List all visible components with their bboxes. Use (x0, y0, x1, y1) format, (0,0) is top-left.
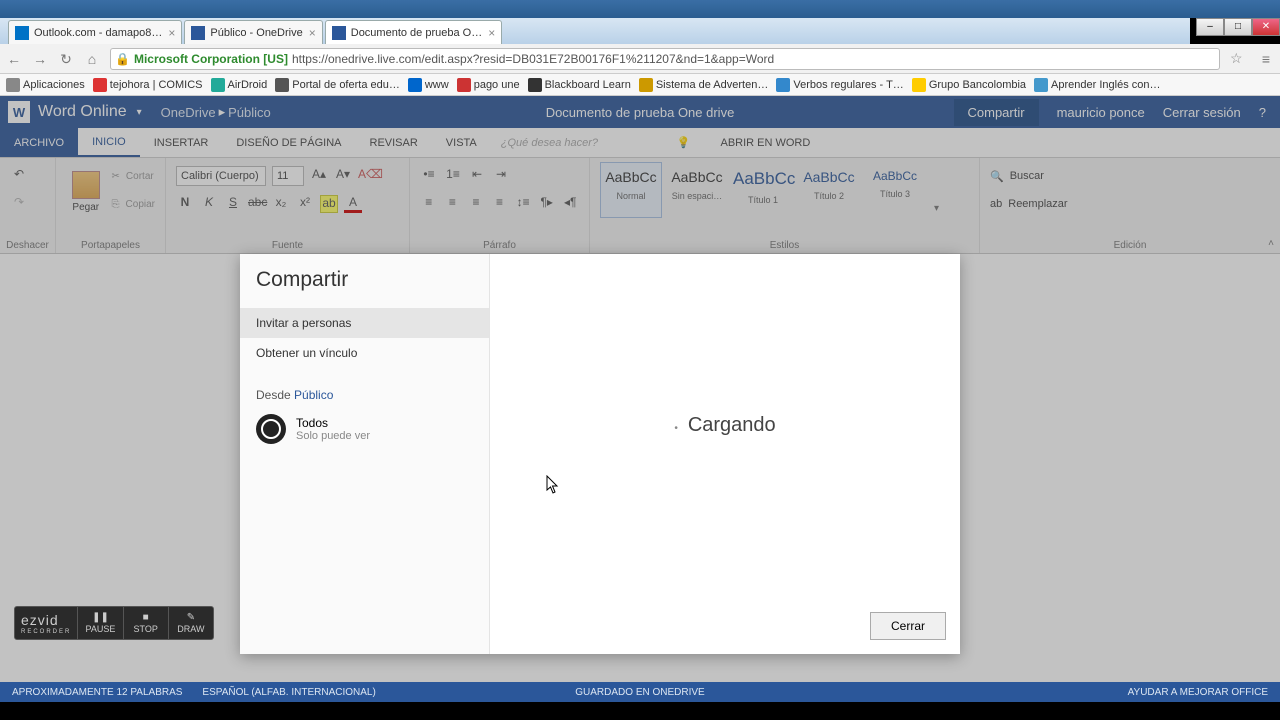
url-bar[interactable]: 🔒 Microsoft Corporation [US] https://one… (110, 48, 1220, 70)
bookmark-favicon-icon (528, 78, 542, 92)
tab-title: Documento de prueba O… (351, 27, 482, 39)
bookmark-item[interactable]: Grupo Bancolombia (912, 78, 1026, 92)
browser-tabstrip: Outlook.com - damapo8… × Público - OneDr… (0, 18, 1190, 44)
dialog-title: Compartir (240, 268, 489, 308)
bookmark-favicon-icon (912, 78, 926, 92)
tab-close-icon[interactable]: × (168, 26, 175, 40)
share-from-label: Desde Público (240, 368, 489, 410)
from-folder-link[interactable]: Público (294, 388, 333, 402)
pause-icon: ❚❚ (78, 613, 122, 623)
tab-close-icon[interactable]: × (309, 26, 316, 40)
bookmarks-bar: Aplicaciones tejohora | COMICS AirDroid … (0, 74, 1280, 96)
globe-icon (256, 414, 286, 444)
bookmark-item[interactable]: Verbos regulares - T… (776, 78, 903, 92)
tab-title: Outlook.com - damapo8… (34, 27, 162, 39)
browser-tab-active[interactable]: Documento de prueba O… × (325, 20, 502, 44)
bookmark-item[interactable]: tejohora | COMICS (93, 78, 203, 92)
browser-tab[interactable]: Público - OneDrive × (184, 20, 322, 44)
bookmark-favicon-icon (275, 78, 289, 92)
bookmark-item[interactable]: pago une (457, 78, 520, 92)
recorder-brand: ezvidRECORDER (15, 612, 77, 635)
apps-icon (6, 78, 20, 92)
bookmark-favicon-icon (457, 78, 471, 92)
recorder-label: PAUSE (78, 624, 122, 634)
bookmark-favicon-icon (639, 78, 653, 92)
window-minimize-button[interactable]: – (1196, 18, 1224, 36)
bookmark-item[interactable]: Portal de oferta edu… (275, 78, 400, 92)
bookmark-item[interactable]: Blackboard Learn (528, 78, 631, 92)
bookmark-label: AirDroid (228, 79, 268, 91)
bookmark-label: Blackboard Learn (545, 79, 631, 91)
permission-row[interactable]: Todos Solo puede ver (240, 410, 489, 448)
forward-icon[interactable]: → (32, 51, 48, 67)
url-path: https://onedrive.live.com/edit.aspx?resi… (292, 52, 774, 66)
recorder-draw-button[interactable]: ✎DRAW (168, 607, 213, 639)
bookmark-item[interactable]: www (408, 78, 449, 92)
bookmark-favicon-icon (1034, 78, 1048, 92)
browser-tab[interactable]: Outlook.com - damapo8… × (8, 20, 182, 44)
share-option-invite[interactable]: Invitar a personas (240, 308, 489, 338)
permission-title: Todos (296, 416, 370, 430)
bookmark-label: pago une (474, 79, 520, 91)
favicon-icon (332, 26, 346, 40)
window-close-button[interactable]: ✕ (1252, 18, 1280, 36)
bookmark-label: tejohora | COMICS (110, 79, 203, 91)
favicon-icon (15, 26, 29, 40)
recorder-pause-button[interactable]: ❚❚PAUSE (77, 607, 122, 639)
recorder-label: STOP (124, 624, 168, 634)
bookmark-item[interactable]: Aplicaciones (6, 78, 85, 92)
window-maximize-button[interactable]: □ (1224, 18, 1252, 36)
bookmark-item[interactable]: AirDroid (211, 78, 268, 92)
pencil-icon: ✎ (169, 613, 213, 623)
bookmark-star-icon[interactable]: ☆ (1230, 50, 1248, 67)
close-button[interactable]: Cerrar (870, 612, 946, 640)
tab-title: Público - OneDrive (210, 27, 302, 39)
favicon-icon (191, 26, 205, 40)
bookmark-item[interactable]: Aprender Inglés con… (1034, 78, 1160, 92)
status-bar: APROXIMADAMENTE 12 PALABRAS ESPAÑOL (ALF… (0, 682, 1280, 702)
permission-subtitle: Solo puede ver (296, 430, 370, 442)
stop-icon: ■ (124, 613, 168, 623)
bookmark-label: Grupo Bancolombia (929, 79, 1026, 91)
bookmark-label: Verbos regulares - T… (793, 79, 903, 91)
reload-icon[interactable]: ↻ (58, 51, 74, 67)
recorder-stop-button[interactable]: ■STOP (123, 607, 168, 639)
loading-text: Cargando (490, 414, 960, 437)
browser-navbar: ← → ↻ ⌂ 🔒 Microsoft Corporation [US] htt… (0, 44, 1280, 74)
share-dialog: Compartir Invitar a personas Obtener un … (240, 254, 960, 654)
recorder-label: DRAW (169, 624, 213, 634)
bookmark-item[interactable]: Sistema de Adverten… (639, 78, 769, 92)
bookmark-favicon-icon (408, 78, 422, 92)
from-prefix: Desde (256, 388, 294, 402)
bookmark-label: Aplicaciones (23, 79, 85, 91)
save-status: GUARDADO EN ONEDRIVE (0, 687, 1280, 698)
share-option-link[interactable]: Obtener un vínculo (240, 338, 489, 368)
bookmark-label: Portal de oferta edu… (292, 79, 400, 91)
screen-recorder-widget: ezvidRECORDER ❚❚PAUSE ■STOP ✎DRAW (14, 606, 214, 640)
home-icon[interactable]: ⌂ (84, 51, 100, 67)
menu-icon[interactable]: ≡ (1258, 51, 1274, 67)
bookmark-label: Aprender Inglés con… (1051, 79, 1160, 91)
bookmark-label: www (425, 79, 449, 91)
bookmark-label: Sistema de Adverten… (656, 79, 769, 91)
bookmark-favicon-icon (93, 78, 107, 92)
bookmark-favicon-icon (776, 78, 790, 92)
lock-icon: 🔒 (115, 52, 130, 66)
back-icon[interactable]: ← (6, 51, 22, 67)
url-origin: Microsoft Corporation [US] (134, 52, 288, 66)
tab-close-icon[interactable]: × (488, 26, 495, 40)
bookmark-favicon-icon (211, 78, 225, 92)
